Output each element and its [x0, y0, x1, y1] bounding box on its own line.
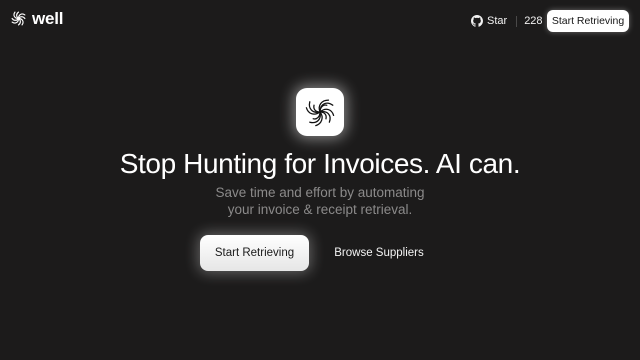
hero-subtitle: Save time and effort by automating your … [0, 184, 640, 218]
swirl-app-icon [305, 99, 335, 127]
start-retrieving-button[interactable]: Start Retrieving [200, 235, 309, 271]
brand-name: well [32, 9, 64, 28]
github-star-count: 228 [524, 15, 543, 27]
swirl-logo-icon [11, 11, 26, 26]
hero-subtitle-line: Save time and effort by automating [215, 185, 425, 200]
top-nav: well Star 228 Start Retrieving [0, 0, 640, 42]
brand-logo-link[interactable]: well [10, 9, 64, 28]
app-icon-tile [296, 88, 344, 136]
github-star-link[interactable]: Star 228 [471, 13, 543, 29]
browse-suppliers-button[interactable]: Browse Suppliers [326, 235, 432, 271]
hero-subtitle-line: your invoice & receipt retrieval. [227, 202, 413, 217]
github-star-label: Star [487, 15, 508, 27]
start-retrieving-nav-button[interactable]: Start Retrieving [547, 10, 629, 32]
github-icon [471, 15, 483, 27]
hero-headline: Stop Hunting for Invoices. AI can. [119, 148, 521, 179]
divider [516, 15, 518, 27]
